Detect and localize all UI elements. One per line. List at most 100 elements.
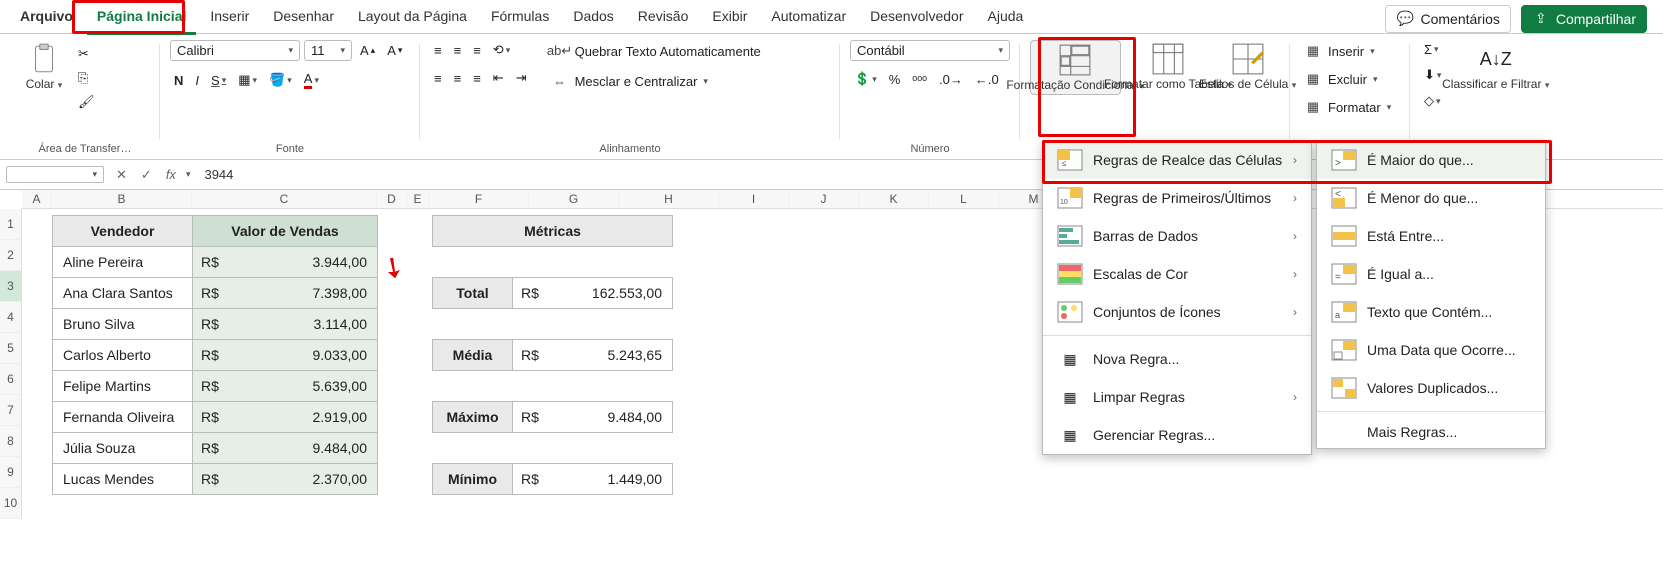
metric-label[interactable]: Máximo	[433, 402, 513, 433]
column-header[interactable]: L	[929, 190, 999, 208]
format-cells-button[interactable]: ▦Formatar ▾	[1300, 96, 1395, 118]
increase-indent-button[interactable]: ⇥	[512, 68, 531, 88]
submenu-text-contains[interactable]: aTexto que Contém...	[1317, 293, 1545, 331]
cell-vendedor[interactable]: Júlia Souza	[53, 433, 193, 464]
clear-button[interactable]: ◇ ▾	[1420, 91, 1445, 111]
menu-item-data-bars[interactable]: Barras de Dados ›	[1043, 217, 1311, 255]
row-header[interactable]: 9	[0, 457, 22, 488]
metric-label[interactable]: Mínimo	[433, 464, 513, 495]
col-header-valor[interactable]: Valor de Vendas	[193, 216, 378, 247]
tab-desenhar[interactable]: Desenhar	[263, 2, 344, 35]
underline-button[interactable]: S ▾	[207, 71, 230, 90]
increase-font-button[interactable]: A▴	[356, 41, 379, 60]
menu-item-top-bottom[interactable]: 10Regras de Primeiros/Últimos ›	[1043, 179, 1311, 217]
metric-label[interactable]: Média	[433, 340, 513, 371]
confirm-formula-button[interactable]: ✓	[137, 165, 156, 185]
cell-vendedor[interactable]: Bruno Silva	[53, 309, 193, 340]
table-row[interactable]: Fernanda OliveiraR$2.919,00	[53, 402, 378, 433]
row-header[interactable]: 1	[0, 209, 22, 240]
cell-valor[interactable]: R$3.944,00	[193, 247, 378, 278]
row-header[interactable]: 5	[0, 333, 22, 364]
format-as-table-button[interactable]: Formatar como Tabela ▾	[1127, 40, 1210, 93]
comma-format-button[interactable]: ᵒᵒᵒ	[908, 70, 931, 89]
align-top-button[interactable]: ≡	[430, 41, 446, 60]
row-header[interactable]: 7	[0, 395, 22, 426]
metric-value[interactable]: R$5.243,65	[513, 340, 673, 371]
table-row[interactable]: Bruno SilvaR$3.114,00	[53, 309, 378, 340]
share-button[interactable]: ⇪ Compartilhar	[1521, 5, 1647, 33]
fill-color-button[interactable]: 🪣 ▾	[265, 70, 296, 90]
column-header[interactable]: A	[22, 190, 52, 208]
row-header[interactable]: 3	[0, 271, 22, 302]
insert-cells-button[interactable]: ▦Inserir ▾	[1300, 40, 1379, 62]
cell-valor[interactable]: R$3.114,00	[193, 309, 378, 340]
wrap-text-button[interactable]: ab↵ Quebrar Texto Automaticamente	[547, 40, 765, 62]
menu-item-manage-rules[interactable]: ▦Gerenciar Regras...	[1043, 416, 1311, 454]
submenu-greater-than[interactable]: >É Maior do que...	[1317, 141, 1545, 179]
delete-cells-button[interactable]: ▦Excluir ▾	[1300, 68, 1382, 90]
tab-layout[interactable]: Layout da Página	[348, 2, 477, 35]
tab-automatizar[interactable]: Automatizar	[761, 2, 856, 35]
decrease-font-button[interactable]: A▾	[383, 41, 406, 60]
font-name-dropdown[interactable]: Calibri▾	[170, 40, 300, 61]
submenu-more-rules[interactable]: Mais Regras...	[1317, 416, 1545, 448]
column-header[interactable]: D	[377, 190, 407, 208]
copy-button[interactable]: ⎘	[74, 68, 99, 88]
align-left-button[interactable]: ≡	[430, 69, 446, 88]
bold-button[interactable]: N	[170, 71, 187, 90]
paste-button[interactable]: Colar ▾	[20, 40, 68, 93]
column-header[interactable]: J	[789, 190, 859, 208]
tab-ajuda[interactable]: Ajuda	[978, 2, 1034, 35]
comments-button[interactable]: 💬 Comentários	[1385, 5, 1510, 33]
cell-vendedor[interactable]: Aline Pereira	[53, 247, 193, 278]
format-painter-button[interactable]: 🖌	[74, 92, 99, 112]
column-header[interactable]: K	[859, 190, 929, 208]
tab-exibir[interactable]: Exibir	[702, 2, 757, 35]
font-color-button[interactable]: A ▾	[300, 69, 323, 91]
cell-vendedor[interactable]: Ana Clara Santos	[53, 278, 193, 309]
table-row[interactable]: Felipe MartinsR$5.639,00	[53, 371, 378, 402]
percent-format-button[interactable]: %	[885, 70, 905, 89]
increase-decimal-button[interactable]: .0→	[935, 70, 967, 89]
cell-valor[interactable]: R$9.484,00	[193, 433, 378, 464]
font-size-dropdown[interactable]: 11▾	[304, 40, 352, 61]
col-header-vendedor[interactable]: Vendedor	[53, 216, 193, 247]
fx-button[interactable]: fx	[162, 165, 180, 184]
align-center-button[interactable]: ≡	[450, 69, 466, 88]
column-header[interactable]: G	[529, 190, 619, 208]
borders-button[interactable]: ▦ ▾	[234, 70, 261, 90]
cell-vendedor[interactable]: Lucas Mendes	[53, 464, 193, 495]
cell-styles-button[interactable]: Estilos de Célula ▾	[1215, 40, 1280, 93]
submenu-date-occurs[interactable]: Uma Data que Ocorre...	[1317, 331, 1545, 369]
cell-valor[interactable]: R$5.639,00	[193, 371, 378, 402]
number-format-dropdown[interactable]: Contábil▾	[850, 40, 1010, 61]
cell-vendedor[interactable]: Felipe Martins	[53, 371, 193, 402]
cell-vendedor[interactable]: Carlos Alberto	[53, 340, 193, 371]
column-header[interactable]: E	[407, 190, 429, 208]
cancel-formula-button[interactable]: ✕	[112, 165, 131, 185]
menu-item-icon-sets[interactable]: Conjuntos de Ícones ›	[1043, 293, 1311, 331]
metric-label[interactable]: Total	[433, 278, 513, 309]
orientation-button[interactable]: ⟲ ▾	[489, 40, 514, 60]
menu-item-color-scales[interactable]: Escalas de Cor ›	[1043, 255, 1311, 293]
submenu-duplicates[interactable]: Valores Duplicados...	[1317, 369, 1545, 407]
tab-revisao[interactable]: Revisão	[628, 2, 699, 35]
align-bottom-button[interactable]: ≡	[469, 41, 485, 60]
submenu-between[interactable]: Está Entre...	[1317, 217, 1545, 255]
cell-vendedor[interactable]: Fernanda Oliveira	[53, 402, 193, 433]
metric-value[interactable]: R$1.449,00	[513, 464, 673, 495]
menu-item-clear-rules[interactable]: ▦Limpar Regras ›	[1043, 378, 1311, 416]
decrease-decimal-button[interactable]: ←.0	[971, 70, 1003, 89]
tab-formulas[interactable]: Fórmulas	[481, 2, 559, 35]
accounting-format-button[interactable]: 💲▾	[850, 69, 881, 89]
italic-button[interactable]: I	[191, 71, 203, 90]
cell-valor[interactable]: R$7.398,00	[193, 278, 378, 309]
tab-desenvolvedor[interactable]: Desenvolvedor	[860, 2, 973, 35]
menu-item-highlight-rules[interactable]: ≤Regras de Realce das Células ›	[1043, 141, 1311, 179]
tab-pagina-inicial[interactable]: Página Inicial	[87, 2, 196, 35]
column-header[interactable]: H	[619, 190, 719, 208]
table-row[interactable]: Carlos AlbertoR$9.033,00	[53, 340, 378, 371]
tab-dados[interactable]: Dados	[563, 2, 623, 35]
column-header[interactable]: I	[719, 190, 789, 208]
cut-button[interactable]: ✂	[74, 44, 99, 64]
